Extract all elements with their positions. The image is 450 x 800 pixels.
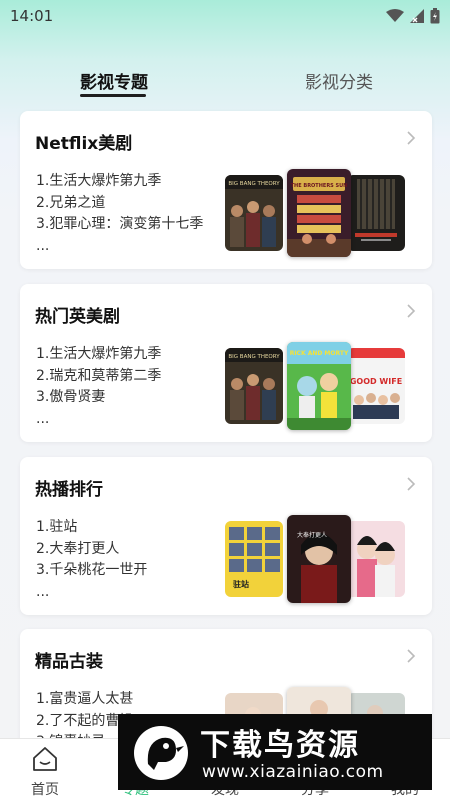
chevron-right-icon[interactable] <box>404 477 418 491</box>
poster-thumbnail[interactable]: GOOD WIFE <box>347 348 405 424</box>
topic-card-trending[interactable]: 热播排行 1.驻站 2.大奉打更人 3.千朵桃花一世开 ... 驻站 大奉打更人 <box>20 457 432 615</box>
watermark-title: 下载鸟资源 <box>200 728 360 763</box>
list-item-more: ... <box>36 237 50 254</box>
card-title: 热播排行 <box>35 480 103 500</box>
topic-card-hot-us-uk[interactable]: 热门英美剧 1.生活大爆炸第九季 2.瑞克和莫蒂第二季 3.傲骨贤妻 ... B… <box>20 284 432 442</box>
watermark-banner: 下载鸟资源 www.xiazainiao.com <box>118 714 432 790</box>
status-bar: 14:01 <box>0 0 450 32</box>
list-item[interactable]: 1.生活大爆炸第九季 <box>36 171 236 193</box>
poster-text: 驻站 <box>233 579 249 589</box>
chevron-right-icon[interactable] <box>404 131 418 145</box>
poster-text: BIG BANG THEORY <box>228 181 280 187</box>
poster-thumbnail[interactable] <box>347 175 405 251</box>
status-icons <box>386 8 440 24</box>
poster-text: THE BROTHERS SUN <box>291 183 348 189</box>
poster-text: 大奉打更人 <box>297 531 327 539</box>
poster-thumbnail[interactable]: 驻站 <box>225 521 283 597</box>
poster-stack: 驻站 大奉打更人 <box>225 515 425 605</box>
poster-stack: BIG BANG THEORY THE BROTHERS SUN <box>225 169 425 259</box>
poster-thumbnail[interactable] <box>347 521 405 597</box>
poster-text: RICK AND MORTY <box>290 350 349 357</box>
signal-icon <box>410 9 424 23</box>
nav-label: 首页 <box>31 782 59 798</box>
list-item[interactable]: 1.生活大爆炸第九季 <box>36 344 236 366</box>
battery-icon <box>430 8 440 24</box>
poster-thumbnail[interactable]: THE BROTHERS SUN <box>287 169 351 257</box>
status-time: 14:01 <box>10 7 54 25</box>
poster-stack: BIG BANG THEORY RICK AND MORTY GOOD WIFE <box>225 342 425 432</box>
active-tab-indicator <box>80 94 146 97</box>
poster-text: BIG BANG THEORY <box>228 354 280 360</box>
bird-logo-icon <box>134 726 188 780</box>
poster-thumbnail[interactable]: 大奉打更人 <box>287 515 351 603</box>
home-icon <box>33 747 57 771</box>
list-item[interactable]: 2.兄弟之道 <box>36 193 236 215</box>
card-item-list: 1.生活大爆炸第九季 2.瑞克和莫蒂第二季 3.傲骨贤妻 ... <box>36 344 236 430</box>
watermark-url: www.xiazainiao.com <box>202 762 384 782</box>
list-item[interactable]: 3.傲骨贤妻 <box>36 387 236 409</box>
nav-home[interactable]: 首页 <box>0 739 90 800</box>
list-item[interactable]: 1.富贵逼人太甚 <box>36 689 236 711</box>
card-item-list: 1.生活大爆炸第九季 2.兄弟之道 3.犯罪心理：演变第十七季 ... <box>36 171 236 257</box>
list-item[interactable]: 2.大奉打更人 <box>36 539 236 561</box>
top-tabs: 影视专题 影视分类 <box>0 60 450 102</box>
card-title: 精品古装 <box>35 652 103 672</box>
list-item-more: ... <box>36 583 50 600</box>
list-item-more: ... <box>36 410 50 427</box>
poster-thumbnail[interactable]: RICK AND MORTY <box>287 342 351 430</box>
list-item[interactable]: 2.瑞克和莫蒂第二季 <box>36 366 236 388</box>
list-item[interactable]: 3.千朵桃花一世开 <box>36 560 236 582</box>
list-item[interactable]: 3.犯罪心理：演变第十七季 <box>36 214 236 236</box>
card-title: Netflix美剧 <box>35 134 133 154</box>
chevron-right-icon[interactable] <box>404 304 418 318</box>
poster-text: GOOD WIFE <box>350 377 402 386</box>
poster-thumbnail[interactable]: BIG BANG THEORY <box>225 348 283 424</box>
card-title: 热门英美剧 <box>35 307 120 327</box>
topic-card-netflix[interactable]: Netflix美剧 1.生活大爆炸第九季 2.兄弟之道 3.犯罪心理：演变第十七… <box>20 111 432 269</box>
list-item[interactable]: 1.驻站 <box>36 517 236 539</box>
tab-film-topics[interactable]: 影视专题 <box>78 68 150 93</box>
card-item-list: 1.驻站 2.大奉打更人 3.千朵桃花一世开 ... <box>36 517 236 603</box>
chevron-right-icon[interactable] <box>404 649 418 663</box>
tab-film-categories[interactable]: 影视分类 <box>302 68 376 93</box>
wifi-icon <box>386 9 404 22</box>
poster-thumbnail[interactable]: BIG BANG THEORY <box>225 175 283 251</box>
